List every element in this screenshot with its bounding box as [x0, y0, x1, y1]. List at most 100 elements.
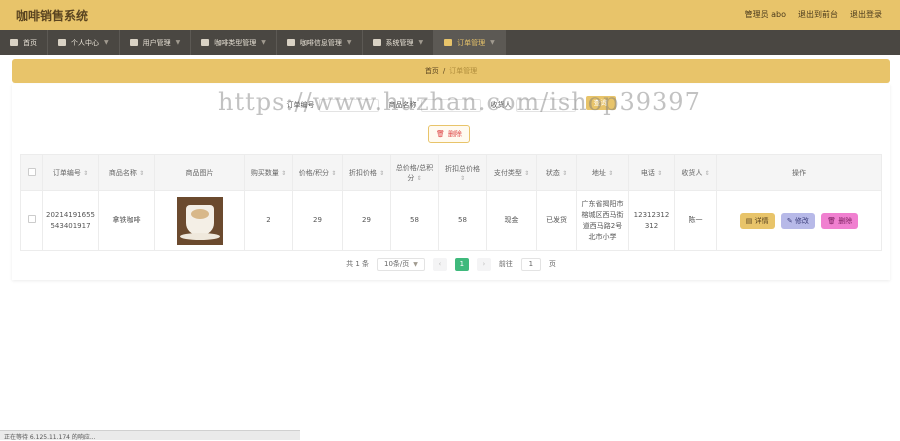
table-row: 20214191655543401917 拿铁咖啡 2 29 29 58 58 … [20, 190, 882, 251]
app-title: 咖啡销售系统 [16, 9, 89, 23]
col-total[interactable]: 总价格/总积分 ⇕ [390, 154, 439, 191]
sort-icon: ⇕ [281, 169, 287, 177]
user-icon [58, 39, 66, 46]
pagination: 共 1 条 10条/页 ▼ ‹ 1 › 前往 1 页 [12, 257, 890, 271]
breadcrumb-home[interactable]: 首页 [425, 66, 439, 76]
nav-users[interactable]: 用户管理 ▼ [120, 30, 192, 55]
top-nav: 首页 个人中心 ▼ 用户管理 ▼ 咖啡类型管理 ▼ 咖啡信息管理 ▼ 系统管理 ▼ 订单管… [0, 30, 900, 55]
cell-discount-price: 29 [342, 190, 391, 251]
chevron-down-icon: ▼ [104, 39, 109, 46]
search-product-name: 商品名称 [389, 96, 481, 114]
col-actions: 操作 [716, 154, 882, 191]
cell-product-name: 拿铁咖啡 [98, 190, 155, 251]
cell-status: 已发货 [536, 190, 577, 251]
trash-icon: 🗑 [827, 216, 837, 225]
app-header: 咖啡销售系统 管理员 abo 退出到前台 退出登录 [0, 0, 900, 30]
delete-button[interactable]: 🗑 删除 [821, 212, 859, 229]
nav-system[interactable]: 系统管理 ▼ [363, 30, 435, 55]
nav-coffee-info[interactable]: 咖啡信息管理 ▼ [277, 30, 363, 55]
order-icon [444, 39, 453, 46]
cell-discount-total: 58 [438, 190, 487, 251]
edit-button[interactable]: ✎ 修改 [780, 212, 815, 229]
breadcrumb-current: 订单管理 [449, 67, 478, 75]
home-icon [10, 39, 18, 46]
col-quantity[interactable]: 购买数量 ⇕ [244, 154, 293, 191]
nav-home[interactable]: 首页 [0, 30, 48, 55]
search-button[interactable]: 查询 [585, 96, 616, 110]
col-product-image: 商品图片 [154, 154, 245, 191]
goto-page-input[interactable]: 1 [520, 257, 541, 271]
cell-quantity: 2 [244, 190, 293, 251]
cell-pay-type: 现金 [486, 190, 537, 251]
nav-orders[interactable]: 订单管理 ▼ [434, 30, 506, 55]
prev-page-button[interactable]: ‹ [432, 257, 447, 271]
detail-button[interactable]: ▤ 详情 [739, 212, 775, 229]
edit-icon: ✎ [786, 216, 793, 225]
chevron-down-icon: ▼ [261, 39, 266, 46]
col-phone[interactable]: 电话 ⇕ [628, 154, 675, 191]
user-label: 管理员 abo [744, 10, 786, 19]
receiver-input[interactable] [515, 98, 576, 112]
nav-profile[interactable]: 个人中心 ▼ [48, 30, 120, 55]
sort-icon: ⇕ [608, 169, 614, 177]
cell-receiver: 陈一 [674, 190, 717, 251]
cell-actions: ▤ 详情 ✎ 修改 🗑 删除 [716, 190, 882, 251]
batch-delete-button[interactable]: 🗑 删除 [428, 125, 470, 143]
logout-link[interactable]: 退出登录 [850, 9, 882, 20]
chevron-down-icon: ▼ [413, 260, 418, 268]
cell-phone: 12312312312 [628, 190, 675, 251]
sort-icon: ⇕ [416, 174, 422, 182]
sort-icon: ⇕ [459, 174, 466, 182]
page-size-select[interactable]: 10条/页 ▼ [377, 257, 425, 271]
col-status[interactable]: 状态 ⇕ [536, 154, 577, 191]
cell-address: 广东省揭阳市榕城区西马街道西马路2号北市小学 [576, 190, 629, 251]
col-pay-type[interactable]: 支付类型 ⇕ [486, 154, 537, 191]
coffee-image [176, 196, 223, 245]
col-order-no[interactable]: 订单编号 ⇕ [42, 154, 99, 191]
orders-panel: 订单编号 商品名称 收货人 查询 🗑 删除 订单编号 ⇕ 商品名称 ⇕ 商品图片 … [12, 84, 890, 280]
breadcrumb: 首页 / 订单管理 [12, 59, 890, 83]
orders-table: 订单编号 ⇕ 商品名称 ⇕ 商品图片 购买数量 ⇕ 价格/积分 ⇕ 折扣价格 ⇕… [20, 154, 882, 251]
sort-icon: ⇕ [562, 169, 568, 177]
order-no-input[interactable] [318, 98, 379, 112]
chevron-down-icon: ▼ [418, 39, 424, 46]
sort-icon: ⇕ [331, 169, 337, 177]
cell-product-image [154, 190, 245, 251]
col-discount-total[interactable]: 折扣总价格 ⇕ [438, 154, 487, 191]
browser-status-bar: 正在等待 6.125.11.174 的响应... [0, 430, 300, 441]
product-name-input[interactable] [420, 98, 481, 112]
row-checkbox[interactable] [20, 190, 43, 251]
col-address[interactable]: 地址 ⇕ [576, 154, 629, 191]
cell-order-no: 20214191655543401917 [42, 190, 99, 251]
col-discount-price[interactable]: 折扣价格 ⇕ [342, 154, 391, 191]
search-bar: 订单编号 商品名称 收货人 查询 [12, 96, 890, 114]
sort-icon: ⇕ [704, 169, 710, 177]
col-receiver[interactable]: 收货人 ⇕ [674, 154, 717, 191]
sort-icon: ⇕ [657, 169, 663, 177]
nav-coffee-types[interactable]: 咖啡类型管理 ▼ [191, 30, 277, 55]
col-price[interactable]: 价格/积分 ⇕ [292, 154, 343, 191]
sort-icon: ⇕ [83, 169, 89, 177]
users-icon [129, 39, 138, 46]
table-header-row: 订单编号 ⇕ 商品名称 ⇕ 商品图片 购买数量 ⇕ 价格/积分 ⇕ 折扣价格 ⇕… [20, 154, 882, 191]
next-page-button[interactable]: › [476, 257, 491, 271]
cell-price: 29 [292, 190, 343, 251]
sort-icon: ⇕ [524, 169, 530, 177]
chevron-down-icon: ▼ [490, 39, 495, 46]
trash-icon: 🗑 [436, 130, 445, 138]
col-product-name[interactable]: 商品名称 ⇕ [98, 154, 155, 191]
system-icon [372, 39, 381, 46]
select-all-checkbox[interactable] [20, 154, 43, 191]
sort-icon: ⇕ [139, 169, 145, 177]
goto-label: 前往 [498, 260, 513, 268]
chevron-down-icon: ▼ [346, 39, 352, 46]
detail-icon: ▤ [745, 216, 753, 225]
back-to-front-link[interactable]: 退出到前台 [798, 9, 838, 20]
header-actions: 管理员 abo 退出到前台 退出登录 [745, 9, 882, 20]
search-order-no: 订单编号 [287, 96, 379, 114]
category-icon [201, 39, 210, 46]
cell-total: 58 [390, 190, 439, 251]
page-number[interactable]: 1 [454, 257, 469, 271]
page-unit-label: 页 [548, 260, 556, 268]
search-receiver: 收货人 [491, 96, 576, 114]
